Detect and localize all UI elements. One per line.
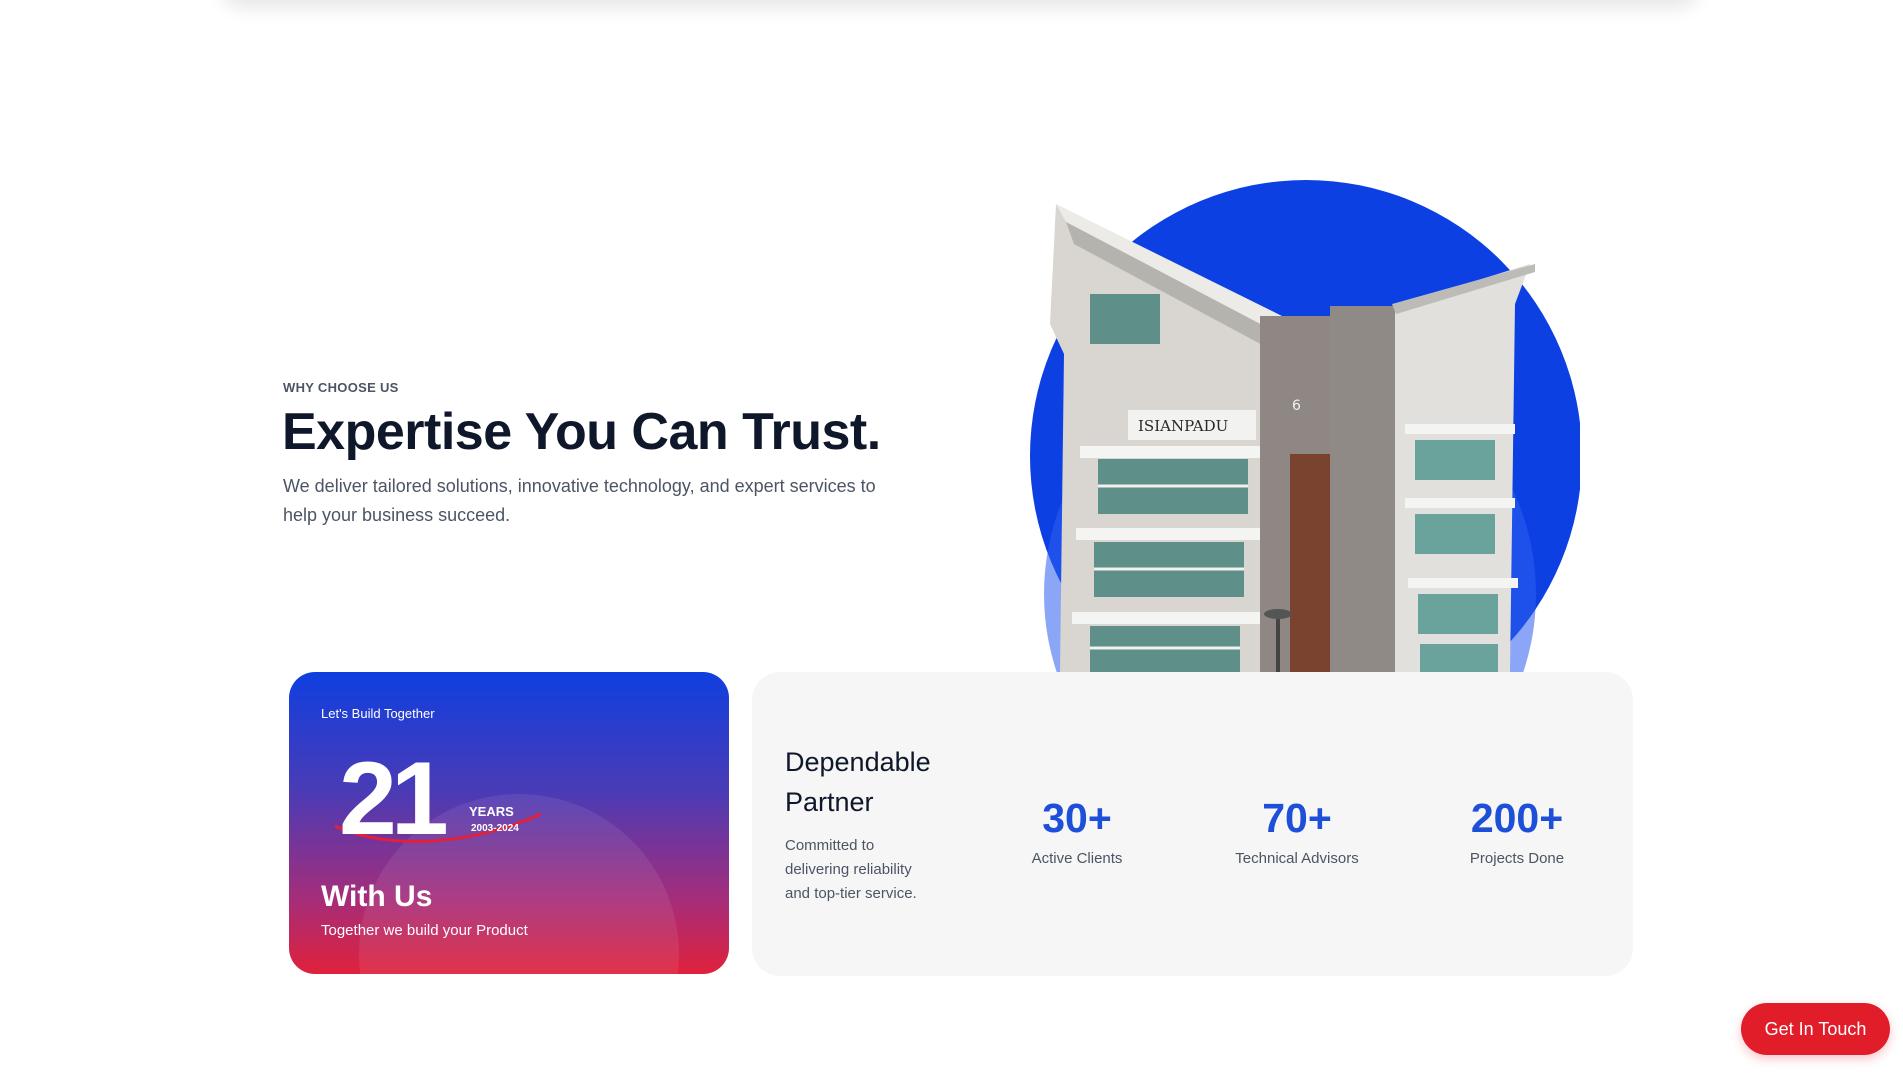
stat-technical-advisors: 70+ Technical Advisors (1197, 794, 1397, 867)
card-title: With Us (321, 880, 433, 913)
building-floor-number: 6 (1292, 398, 1301, 414)
stat-value: 200+ (1470, 795, 1564, 841)
stat-value: 30+ (1042, 795, 1112, 841)
stat-projects-done: 200+ Projects Done (1417, 794, 1617, 867)
stat-label: Projects Done (1469, 850, 1565, 867)
dependable-partner-title: Dependable Partner (785, 747, 931, 817)
building-sign-text: ISIANPADU (1138, 417, 1228, 435)
21-years-anniversary-logo: 21 YEARS 2003-2024 (334, 741, 542, 844)
stat-label: Active Clients (1031, 850, 1123, 867)
card-subtitle: Together we build your Product (321, 922, 528, 939)
stat-label: Technical Advisors (1235, 850, 1359, 867)
years-word: YEARS (469, 804, 514, 819)
stats-card: Dependable Partner Committed to deliveri… (752, 672, 1633, 976)
stat-active-clients: 30+ Active Clients (977, 794, 1177, 867)
office-building-image: ISIANPADU 6 (1030, 180, 1580, 672)
years-number: 21 (339, 741, 446, 844)
years-with-us-card: Let's Build Together 21 YEARS 2003-2024 … (289, 672, 729, 974)
card-kicker: Let's Build Together (321, 706, 435, 721)
section-eyebrow: WHY CHOOSE US (283, 380, 399, 395)
stat-value: 70+ (1262, 795, 1332, 841)
get-in-touch-button[interactable]: Get In Touch (1741, 1003, 1890, 1055)
section-headline: Expertise You Can Trust. (282, 403, 881, 461)
years-range: 2003-2024 (471, 823, 519, 834)
section-description: We deliver tailored solutions, innovativ… (283, 476, 876, 525)
dependable-partner-description: Committed to delivering reliability and … (785, 837, 917, 902)
